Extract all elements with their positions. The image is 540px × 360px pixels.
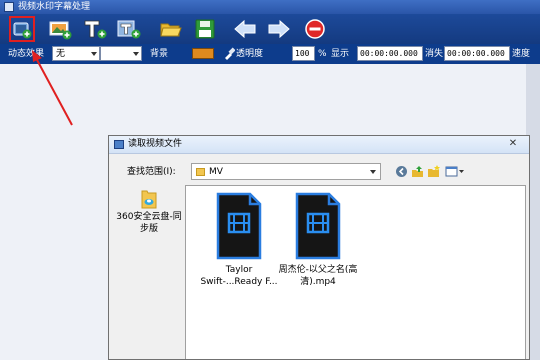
annotation-arrow <box>32 50 73 126</box>
